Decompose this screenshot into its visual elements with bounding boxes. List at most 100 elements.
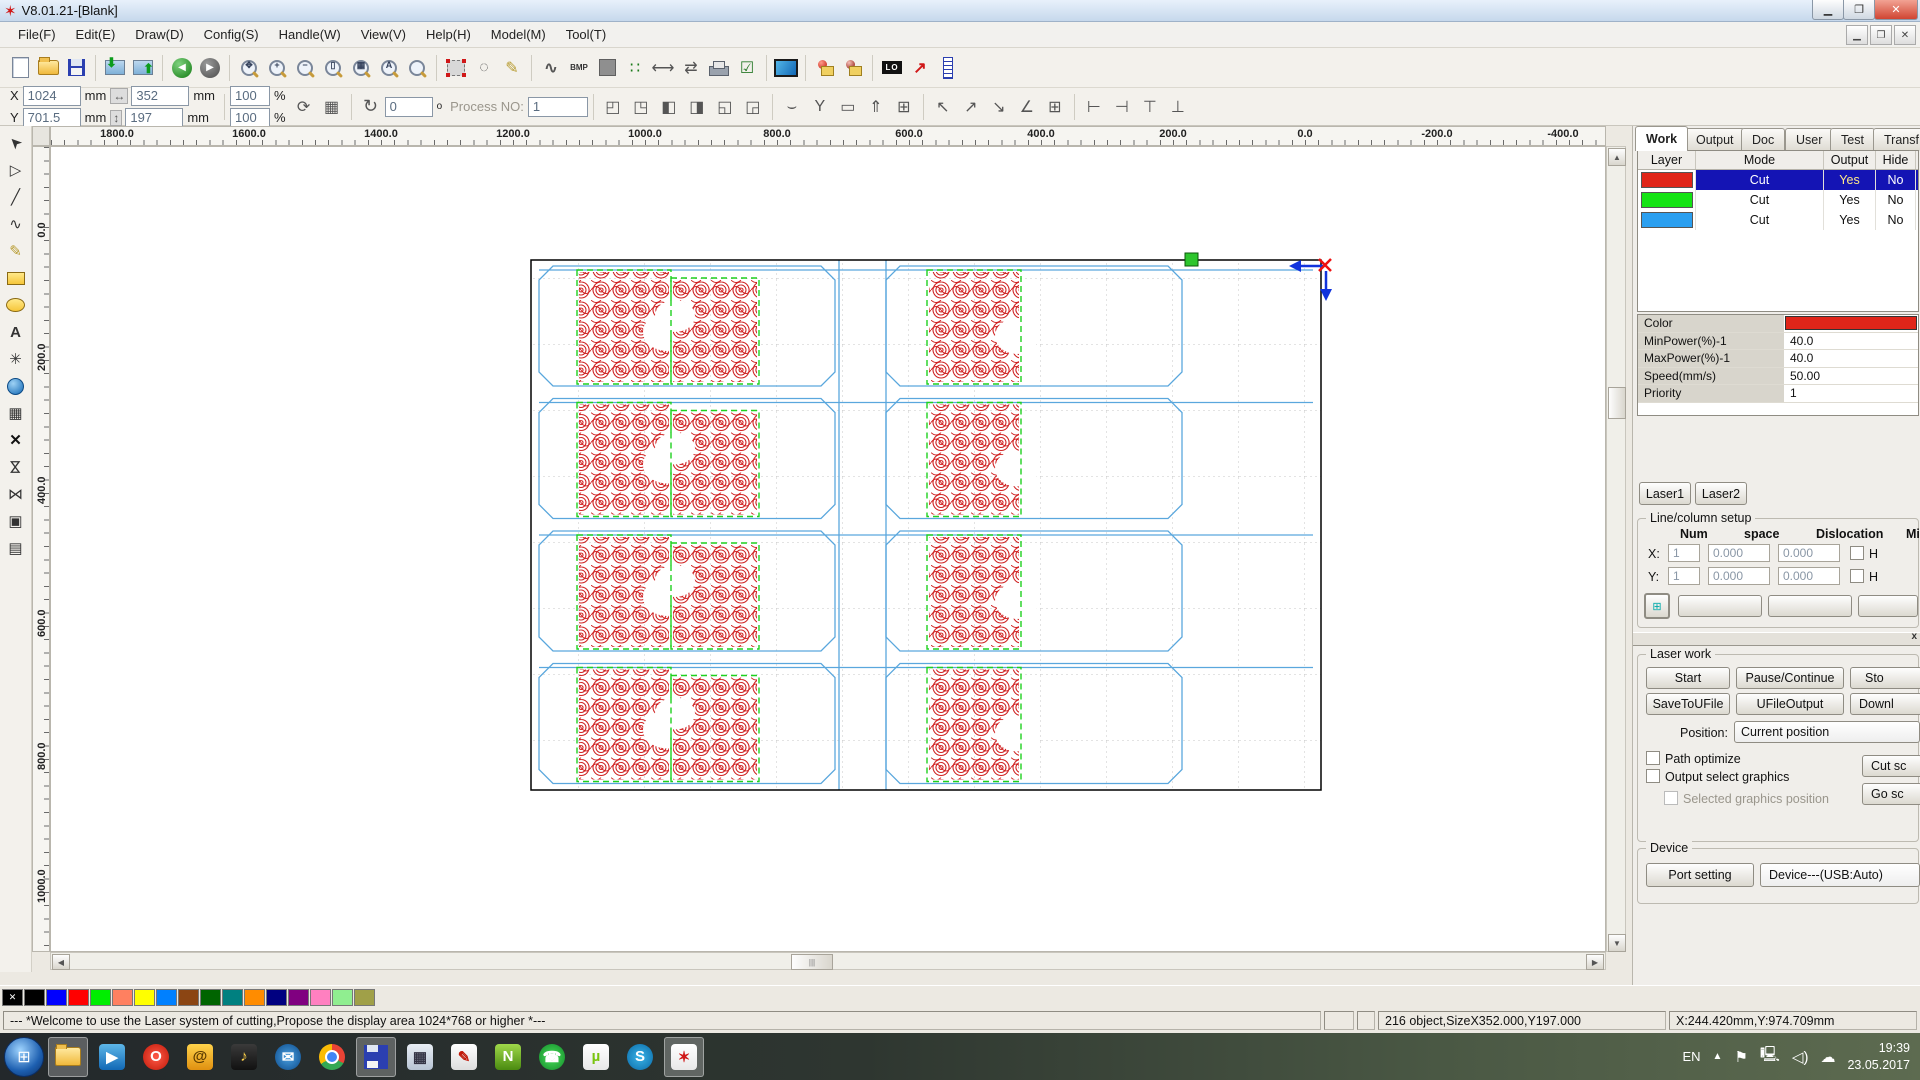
tab-user[interactable]: User — [1785, 128, 1833, 151]
mirror-v-button[interactable]: ◨ — [684, 93, 710, 121]
mirror-rt-button[interactable]: ◳ — [628, 93, 654, 121]
menu-draw[interactable]: Draw(D) — [125, 24, 193, 45]
fill-tool-button[interactable] — [594, 54, 620, 82]
mirror-horizontal-button[interactable]: ⋈ — [3, 481, 29, 507]
offset-tool-button[interactable]: ▣ — [3, 508, 29, 534]
array-copy-button[interactable]: ⊞ — [891, 93, 917, 121]
vscroll-thumb[interactable] — [1608, 387, 1626, 419]
polyline-tool-button[interactable]: ∿ — [3, 211, 29, 237]
utorrent-button[interactable]: µ — [576, 1037, 616, 1077]
save-to-ufile-button[interactable]: SaveToUFile — [1646, 693, 1730, 715]
palette-swatch[interactable] — [90, 989, 111, 1006]
x-position-field[interactable]: 1024 — [23, 86, 81, 106]
go-scale-button[interactable]: Go sc — [1862, 783, 1920, 805]
menu-file[interactable]: File(F) — [8, 24, 66, 45]
rotate-angle-field[interactable]: 0 — [385, 97, 433, 117]
palette-swatch[interactable] — [222, 989, 243, 1006]
palette-swatch[interactable] — [332, 989, 353, 1006]
action-center-flag-icon[interactable]: ⚑ — [1734, 1048, 1747, 1066]
align-corner2-button[interactable]: ↗ — [958, 93, 984, 121]
language-indicator[interactable]: EN — [1682, 1049, 1700, 1064]
align-angle-button[interactable]: ∠ — [1014, 93, 1040, 121]
clock[interactable]: 19:39 23.05.2017 — [1847, 1040, 1910, 1074]
port-setting-button[interactable]: Port setting — [1646, 863, 1754, 887]
x-space-field[interactable]: 0.000 — [1708, 544, 1770, 562]
pen-button[interactable]: ✎ — [499, 54, 525, 82]
delete-tool-button[interactable]: ✕ — [3, 427, 29, 453]
notepadpp-button[interactable]: N — [488, 1037, 528, 1077]
zoom-select-button[interactable] — [404, 54, 430, 82]
palette-swatch[interactable] — [112, 989, 133, 1006]
mdi-minimize-button[interactable]: ▁ — [1846, 25, 1868, 45]
linecol-extra-button[interactable] — [1768, 595, 1852, 617]
layer-row-red[interactable]: Cut Yes No — [1638, 170, 1918, 190]
curve-pen-tool-button[interactable]: ✎ — [3, 238, 29, 264]
select-tool-button[interactable]: ➤ — [3, 130, 29, 156]
minimize-button[interactable]: ▁ — [1812, 0, 1844, 20]
zoom-in-button[interactable]: + — [264, 54, 290, 82]
prop-value[interactable]: 1 — [1784, 385, 1918, 402]
media-player-button[interactable]: ▶ — [92, 1037, 132, 1077]
volume-icon[interactable]: ◁) — [1792, 1048, 1809, 1066]
ufile-output-button[interactable]: UFileOutput — [1736, 693, 1844, 715]
menu-config[interactable]: Config(S) — [194, 24, 269, 45]
whatsapp-button[interactable]: ☎ — [532, 1037, 572, 1077]
import-button[interactable]: ⬇ — [102, 54, 128, 82]
dot-grid-tool-button[interactable]: ▦ — [3, 400, 29, 426]
text-tool-button[interactable]: A — [3, 319, 29, 345]
open-file-button[interactable] — [35, 54, 61, 82]
tab-output[interactable]: Output — [1685, 128, 1745, 151]
document-app-button[interactable] — [356, 1037, 396, 1077]
thunderbird-button[interactable]: ✉ — [268, 1037, 308, 1077]
x-dislocation-field[interactable]: 0.000 — [1778, 544, 1840, 562]
grid-snap-button[interactable]: ▦ — [319, 93, 345, 121]
y-position-field[interactable]: 701.5 — [23, 108, 81, 128]
tab-work[interactable]: Work — [1635, 126, 1688, 151]
to-top-button[interactable]: ⇑ — [863, 93, 889, 121]
scroll-right-button[interactable]: ▶ — [1586, 954, 1604, 970]
menu-model[interactable]: Model(M) — [481, 24, 556, 45]
tab-doc[interactable]: Doc — [1741, 128, 1785, 151]
menu-help[interactable]: Help(H) — [416, 24, 481, 45]
network-icon[interactable]: 🖳︎ — [1760, 1044, 1780, 1069]
palette-swatch[interactable] — [266, 989, 287, 1006]
opera-button[interactable]: O — [136, 1037, 176, 1077]
scroll-left-button[interactable]: ◀ — [52, 954, 70, 970]
rectangle-tool-button[interactable] — [3, 265, 29, 291]
y-mirror-checkbox[interactable]: H — [1850, 569, 1878, 584]
align-left-button[interactable]: ⊢ — [1081, 93, 1107, 121]
fillet-button[interactable]: ▭ — [835, 93, 861, 121]
output-check-button[interactable]: ☑ — [734, 54, 760, 82]
tray-expand-icon[interactable]: ▲ — [1713, 1051, 1723, 1062]
skype-button[interactable]: S — [620, 1037, 660, 1077]
aimp-button[interactable]: ♪ — [224, 1037, 264, 1077]
vertical-scrollbar[interactable]: ▲ ▼ — [1606, 146, 1626, 952]
explorer-button[interactable] — [48, 1037, 88, 1077]
palette-swatch[interactable] — [244, 989, 265, 1006]
zoom-page-button[interactable]: ▯ — [320, 54, 346, 82]
scroll-up-button[interactable]: ▲ — [1608, 148, 1626, 166]
laser2-button[interactable]: Laser2 — [1695, 482, 1747, 505]
palette-swatch[interactable] — [354, 989, 375, 1006]
y-num-field[interactable]: 1 — [1668, 567, 1700, 585]
print-button[interactable] — [706, 54, 732, 82]
laser-origin-button[interactable]: LO — [879, 54, 905, 82]
mdi-close-button[interactable]: ✕ — [1894, 25, 1916, 45]
align-bottom-button[interactable]: ⊥ — [1165, 93, 1191, 121]
laser1-button[interactable]: Laser1 — [1639, 482, 1691, 505]
pen-app-button[interactable]: ✎ — [444, 1037, 484, 1077]
scale-h-field[interactable]: 100 — [230, 108, 270, 128]
select-rect-button[interactable] — [443, 54, 469, 82]
scale-w-field[interactable]: 100 — [230, 86, 270, 106]
tool-setting2-button[interactable] — [840, 54, 866, 82]
x-mirror-checkbox[interactable]: H — [1850, 546, 1878, 561]
weld-button[interactable]: ⌣ — [779, 93, 805, 121]
stop-button[interactable]: Sto — [1850, 667, 1920, 689]
hscroll-thumb[interactable]: ||| — [791, 954, 833, 970]
no-color-swatch[interactable]: ✕ — [2, 989, 23, 1006]
undo-button[interactable]: ◀ — [169, 54, 195, 82]
zoom-all-button[interactable]: A — [376, 54, 402, 82]
align-grid-button[interactable]: ⊞ — [1042, 93, 1068, 121]
zoom-pan-button[interactable]: ✥ — [236, 54, 262, 82]
align-top-button[interactable]: ⊤ — [1137, 93, 1163, 121]
